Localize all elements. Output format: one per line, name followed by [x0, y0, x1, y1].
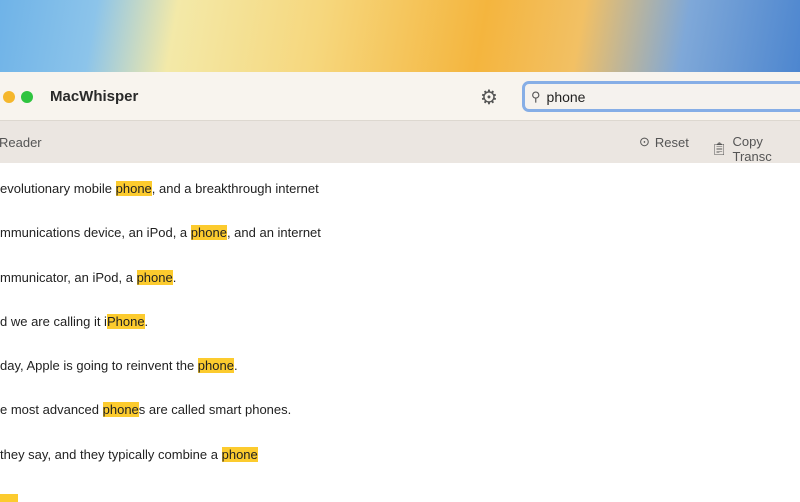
text: they say, and they typically combine a [0, 446, 222, 462]
search-match: phone [102, 402, 139, 418]
search-icon: ⚲ [531, 88, 541, 104]
text: d we are calling it i [0, 313, 107, 329]
transcript-line[interactable]: day, Apple is going to reinvent the phon… [0, 354, 800, 398]
text: . [172, 269, 177, 285]
copy-transcript-button[interactable]: 📋︎ Copy Transc [711, 134, 800, 164]
transcript-line[interactable]: e most advanced phones are called smart … [0, 398, 800, 442]
transcript-line[interactable]: mmunicator, an iPod, a phone. [0, 266, 800, 310]
text: . [233, 358, 238, 374]
gear-icon[interactable]: ⚙ [480, 85, 498, 110]
text: day, Apple is going to reinvent the [0, 358, 198, 374]
transcript: evolutionary mobile phone, and a breakth… [0, 163, 800, 487]
search-input[interactable] [546, 88, 728, 105]
transcript-line[interactable]: they say, and they typically combine a p… [0, 443, 800, 487]
reader-tab[interactable]: Reader [0, 135, 42, 150]
search-match: Phone [106, 313, 145, 329]
text: , and a breakthrough internet [151, 181, 319, 196]
zoom-button[interactable] [21, 91, 33, 103]
search-match: phone [221, 446, 258, 462]
text: evolutionary mobile [0, 181, 116, 196]
copy-label: Copy Transc [732, 134, 772, 164]
search-match-partial [0, 494, 18, 502]
text: e most advanced [0, 402, 103, 418]
desktop-wallpaper [0, 0, 800, 74]
text: s are called smart phones. [138, 402, 292, 418]
title-bar: MacWhisper ⚙ ⚲ [0, 72, 800, 121]
search-match: phone [190, 225, 227, 241]
text: mmunicator, an iPod, a [0, 269, 137, 285]
search-match: phone [197, 358, 234, 374]
search-match: phone [136, 269, 173, 285]
text: . [144, 313, 149, 329]
search-field[interactable]: ⚲ [522, 81, 800, 112]
clipboard-icon: 📋︎ [711, 141, 728, 156]
transcript-line[interactable]: mmunications device, an iPod, a phone, a… [0, 221, 800, 265]
app-title: MacWhisper [50, 88, 139, 105]
transcript-line[interactable]: d we are calling it iPhone. [0, 310, 800, 354]
app-window: MacWhisper ⚙ ⚲ Reader ⊙ Reset 📋︎ Copy Tr… [0, 72, 800, 500]
minimize-button[interactable] [3, 91, 15, 103]
transcript-line[interactable]: evolutionary mobile phone, and a breakth… [0, 177, 800, 221]
reset-label: Reset [654, 134, 689, 150]
text: , and an internet [226, 225, 321, 241]
reset-icon: ⊙ [639, 134, 650, 149]
text: mmunications device, an iPod, a [0, 225, 191, 241]
search-match: phone [115, 181, 152, 196]
toolbar: Reader ⊙ Reset 📋︎ Copy Transc [0, 121, 800, 164]
reset-button[interactable]: ⊙ Reset [639, 134, 689, 150]
